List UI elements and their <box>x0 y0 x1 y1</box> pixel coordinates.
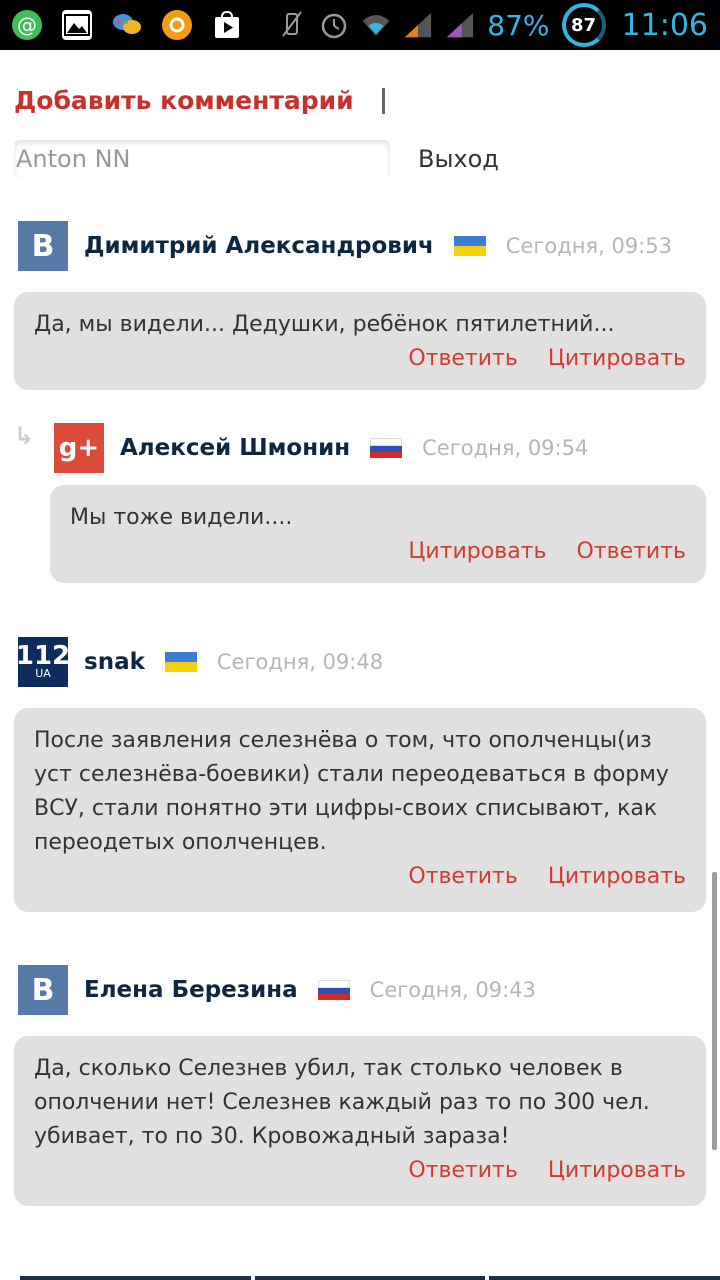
quote-button[interactable]: Цитировать <box>548 864 686 889</box>
comment-text: Мы тоже видели.... <box>70 505 293 530</box>
comment: 112 UA snak Сегодня, 09:48 После заявлени… <box>14 636 706 912</box>
quote-button[interactable]: Цитировать <box>548 346 686 371</box>
ukraine-flag-icon <box>453 236 486 256</box>
reply-button[interactable]: Ответить <box>576 539 686 564</box>
orange-app-icon <box>162 10 192 40</box>
bottom-tab-bar <box>20 1276 720 1280</box>
status-bar: @ 87% 87 11:06 <box>0 0 720 50</box>
comment-author[interactable]: snak <box>84 649 145 675</box>
comment-text: Да, мы видели... Дедушки, ребёнок пятиле… <box>34 312 615 337</box>
comment-actions: Ответить Цитировать <box>34 346 686 371</box>
comment-text: Да, сколько Селезнев убил, так столько ч… <box>34 1056 650 1149</box>
russia-flag-icon <box>370 438 403 458</box>
signal-purple-icon <box>445 10 475 40</box>
username-field[interactable] <box>14 140 390 178</box>
battery-percent: 87% <box>487 8 550 42</box>
reply-arrow-icon: ↳ <box>14 422 35 450</box>
user-row: Выход <box>14 140 499 178</box>
comment-time: Сегодня, 09:54 <box>422 436 589 460</box>
scrollbar[interactable] <box>712 872 717 1150</box>
play-store-icon <box>212 10 242 40</box>
comment-text: После заявления селезнёва о том, что опо… <box>34 728 669 855</box>
comment-actions: Цитировать Ответить <box>70 539 686 564</box>
wifi-icon <box>361 10 391 40</box>
image-icon <box>62 10 92 40</box>
vibrate-icon <box>277 10 307 40</box>
google-plus-icon[interactable]: g+ <box>54 423 104 473</box>
ukraine-flag-icon <box>164 652 197 672</box>
comment-time: Сегодня, 09:48 <box>216 650 384 674</box>
chat-bubbles-icon <box>112 10 142 40</box>
comment-bubble: Да, сколько Селезнев убил, так столько ч… <box>14 1036 706 1206</box>
signal-orange-icon <box>403 10 433 40</box>
comment-actions: Ответить Цитировать <box>34 1158 686 1183</box>
quote-button[interactable]: Цитировать <box>548 1158 686 1183</box>
comment: B Елена Березина Сегодня, 09:43 Да, скол… <box>14 964 706 1206</box>
comment-bubble: После заявления селезнёва о том, что опо… <box>14 708 706 912</box>
reply-button[interactable]: Ответить <box>408 1158 518 1183</box>
quote-button[interactable]: Цитировать <box>408 539 546 564</box>
reply-button[interactable]: Ответить <box>408 864 518 889</box>
reply-button[interactable]: Ответить <box>408 346 518 371</box>
divider <box>381 87 385 114</box>
comment-bubble: Мы тоже видели.... Цитировать Ответить <box>50 485 706 583</box>
russia-flag-icon <box>317 980 350 1000</box>
comment-bubble: Да, мы видели... Дедушки, ребёнок пятиле… <box>14 292 706 390</box>
comment-author[interactable]: Елена Березина <box>84 977 298 1003</box>
vk-icon[interactable]: B <box>18 221 68 271</box>
clock: 11:06 <box>621 7 708 43</box>
comment-author[interactable]: Димитрий Александрович <box>84 233 434 259</box>
comment-author[interactable]: Алексей Шмонин <box>120 435 350 461</box>
add-comment-row: Добавить комментарий <box>14 86 385 115</box>
comment: B Димитрий Александрович Сегодня, 09:53 … <box>14 220 706 390</box>
comment-time: Сегодня, 09:53 <box>505 234 672 258</box>
battery-circle-icon: 87 <box>561 3 606 47</box>
comment-actions: Ответить Цитировать <box>34 864 686 889</box>
alarm-clock-icon <box>319 10 349 40</box>
comment-time: Сегодня, 09:43 <box>369 978 536 1002</box>
add-comment-link[interactable]: Добавить комментарий <box>14 86 354 115</box>
comment-reply: ↳ g+ Алексей Шмонин Сегодня, 09:54 Мы то… <box>14 422 706 583</box>
112ua-icon[interactable]: 112 UA <box>16 637 70 687</box>
logout-link[interactable]: Выход <box>418 145 499 173</box>
at-sign-icon: @ <box>12 10 42 40</box>
vk-icon[interactable]: B <box>18 965 68 1015</box>
